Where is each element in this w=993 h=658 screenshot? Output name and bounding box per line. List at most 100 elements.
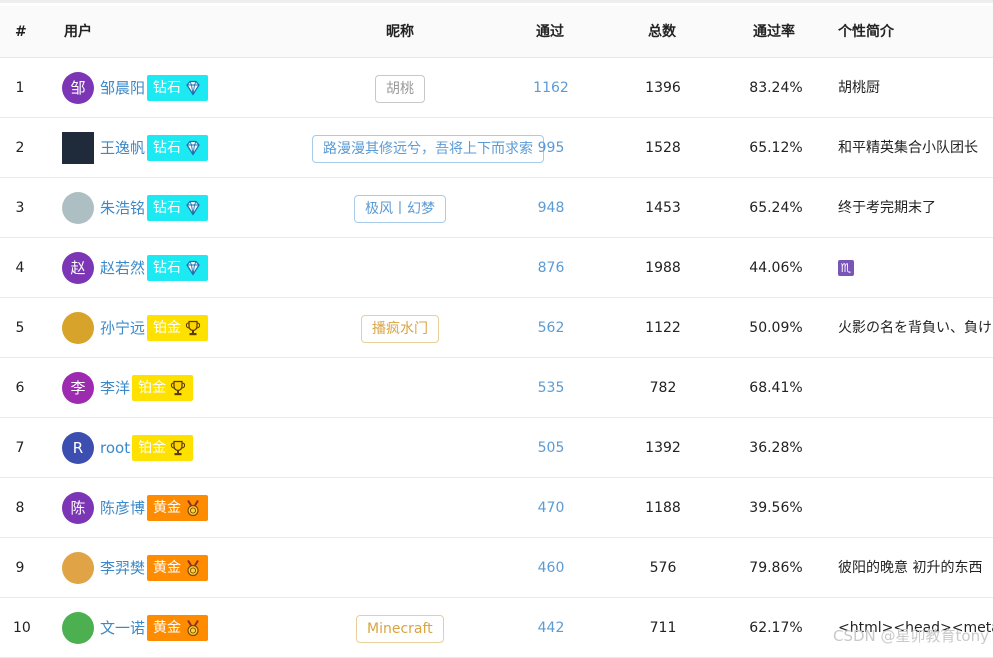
avatar[interactable] <box>62 552 94 584</box>
username-link[interactable]: 李洋 <box>100 358 130 418</box>
avatar[interactable]: 邹 <box>62 72 94 104</box>
rank-cell: 5 <box>15 320 25 336</box>
rank-cell: 10 <box>13 620 31 636</box>
rank-cell: 8 <box>15 500 25 516</box>
rank-badge-label: 钻石 <box>153 260 182 276</box>
header-rate[interactable]: 通过率 <box>753 6 795 58</box>
avatar[interactable]: R <box>62 432 94 464</box>
avatar[interactable] <box>62 192 94 224</box>
bio-text: 和平精英集合小队团长 <box>838 140 978 156</box>
total-count: 1528 <box>645 140 681 156</box>
total-count: 1122 <box>645 320 681 336</box>
pass-rate: 44.06% <box>749 260 803 276</box>
nickname-tag: 播疯水门 <box>361 315 439 343</box>
passed-count[interactable]: 876 <box>520 238 582 298</box>
total-count: 576 <box>649 560 677 576</box>
total-count: 711 <box>649 620 677 636</box>
pass-rate: 65.12% <box>749 140 803 156</box>
passed-count[interactable]: 470 <box>520 478 582 538</box>
bio-text <box>838 478 993 538</box>
rank-badge-label: 铂金 <box>138 440 167 456</box>
header-bio: 个性简介 <box>838 24 894 40</box>
bio-text: 胡桃厨 <box>838 80 880 96</box>
avatar[interactable] <box>62 312 94 344</box>
username-link[interactable]: 邹晨阳 <box>100 58 145 118</box>
watermark: CSDN @星卯教育tony <box>833 627 989 645</box>
trophy-icon <box>169 439 187 457</box>
bio-text: 彼阳的晚意 初升的东西 <box>838 560 983 576</box>
rank-badge: 钻石 <box>147 255 209 281</box>
avatar[interactable]: 赵 <box>62 252 94 284</box>
diamond-icon <box>184 139 202 157</box>
table-row: 5 孙宁远 铂金 播疯水门 562 1122 50.09% 火影の名を背負い、負け <box>0 298 993 358</box>
rank-badge: 铂金 <box>132 375 194 401</box>
nickname-tag: Minecraft <box>356 615 444 643</box>
pass-rate: 68.41% <box>749 380 803 396</box>
medal-icon <box>184 499 202 517</box>
rank-cell: 6 <box>15 380 25 396</box>
bio-text <box>838 418 993 478</box>
username-link[interactable]: 赵若然 <box>100 238 145 298</box>
rank-cell: 4 <box>15 260 25 276</box>
user-cell: 陈陈彦博 黄金 <box>62 478 209 538</box>
passed-count[interactable]: 505 <box>520 418 582 478</box>
pass-rate: 65.24% <box>749 200 803 216</box>
rank-badge: 钻石 <box>147 75 209 101</box>
passed-count[interactable]: 1162 <box>520 58 582 118</box>
avatar[interactable] <box>62 612 94 644</box>
bio-text: 终于考完期末了 <box>838 200 936 216</box>
header-nickname: 昵称 <box>386 24 414 40</box>
pass-rate: 83.24% <box>749 80 803 96</box>
table-row: 9 李羿樊 黄金 460 576 79.86% 彼阳的晚意 初升的东西 <box>0 538 993 598</box>
table-row: 6 李李洋 铂金 535 782 68.41% <box>0 358 993 418</box>
total-count: 1988 <box>645 260 681 276</box>
user-cell: 王逸帆 钻石 <box>62 118 209 178</box>
pass-rate: 62.17% <box>749 620 803 636</box>
avatar[interactable] <box>62 132 94 164</box>
table-row: 4 赵赵若然 钻石 876 1988 44.06% ♏ <box>0 238 993 298</box>
rank-cell: 3 <box>15 200 25 216</box>
rank-badge: 铂金 <box>147 315 209 341</box>
medal-icon <box>184 619 202 637</box>
table-row: 1 邹邹晨阳 钻石 胡桃 1162 1396 83.24% 胡桃厨 <box>0 58 993 118</box>
passed-count[interactable]: 442 <box>520 598 582 658</box>
passed-count[interactable]: 948 <box>520 178 582 238</box>
avatar[interactable]: 陈 <box>62 492 94 524</box>
total-count: 1453 <box>645 200 681 216</box>
header-user: 用户 <box>64 24 92 40</box>
total-count: 1396 <box>645 80 681 96</box>
passed-count[interactable]: 995 <box>520 118 582 178</box>
user-cell: 赵赵若然 钻石 <box>62 238 209 298</box>
trophy-icon <box>184 319 202 337</box>
rank-badge: 黄金 <box>147 615 209 641</box>
passed-count[interactable]: 460 <box>520 538 582 598</box>
username-link[interactable]: 李羿樊 <box>100 538 145 598</box>
user-cell: 邹邹晨阳 钻石 <box>62 58 209 118</box>
username-link[interactable]: root <box>100 418 130 478</box>
rank-badge: 钻石 <box>147 195 209 221</box>
avatar[interactable]: 李 <box>62 372 94 404</box>
username-link[interactable]: 孙宁远 <box>100 298 145 358</box>
username-link[interactable]: 朱浩铭 <box>100 178 145 238</box>
header-passed[interactable]: 通过 <box>536 6 564 58</box>
table-row: 3 朱浩铭 钻石 极风丨幻梦 948 1453 65.24% 终于考完期末了 <box>0 178 993 238</box>
nickname-tag: 胡桃 <box>375 75 425 103</box>
rank-badge-label: 铂金 <box>138 380 167 396</box>
user-cell: 朱浩铭 钻石 <box>62 178 209 238</box>
bio-text: 火影の名を背負い、負け <box>838 320 992 336</box>
passed-count[interactable]: 535 <box>520 358 582 418</box>
rank-badge-label: 钻石 <box>153 140 182 156</box>
rank-cell: 7 <box>15 440 25 456</box>
username-link[interactable]: 文一诺 <box>100 598 145 658</box>
nickname-tag: 极风丨幻梦 <box>354 195 446 223</box>
bio-text: ♏ <box>838 238 993 298</box>
passed-count[interactable]: 562 <box>520 298 582 358</box>
username-link[interactable]: 陈彦博 <box>100 478 145 538</box>
username-link[interactable]: 王逸帆 <box>100 118 145 178</box>
table-row: 2 王逸帆 钻石 路漫漫其修远兮，吾将上下而求索 995 1528 65.12% 和平精英集合… <box>0 118 993 178</box>
diamond-icon <box>184 199 202 217</box>
header-total[interactable]: 总数 <box>648 6 676 58</box>
user-cell: 文一诺 黄金 <box>62 598 209 658</box>
pass-rate: 36.28% <box>749 440 803 456</box>
header-rank: # <box>15 24 27 40</box>
